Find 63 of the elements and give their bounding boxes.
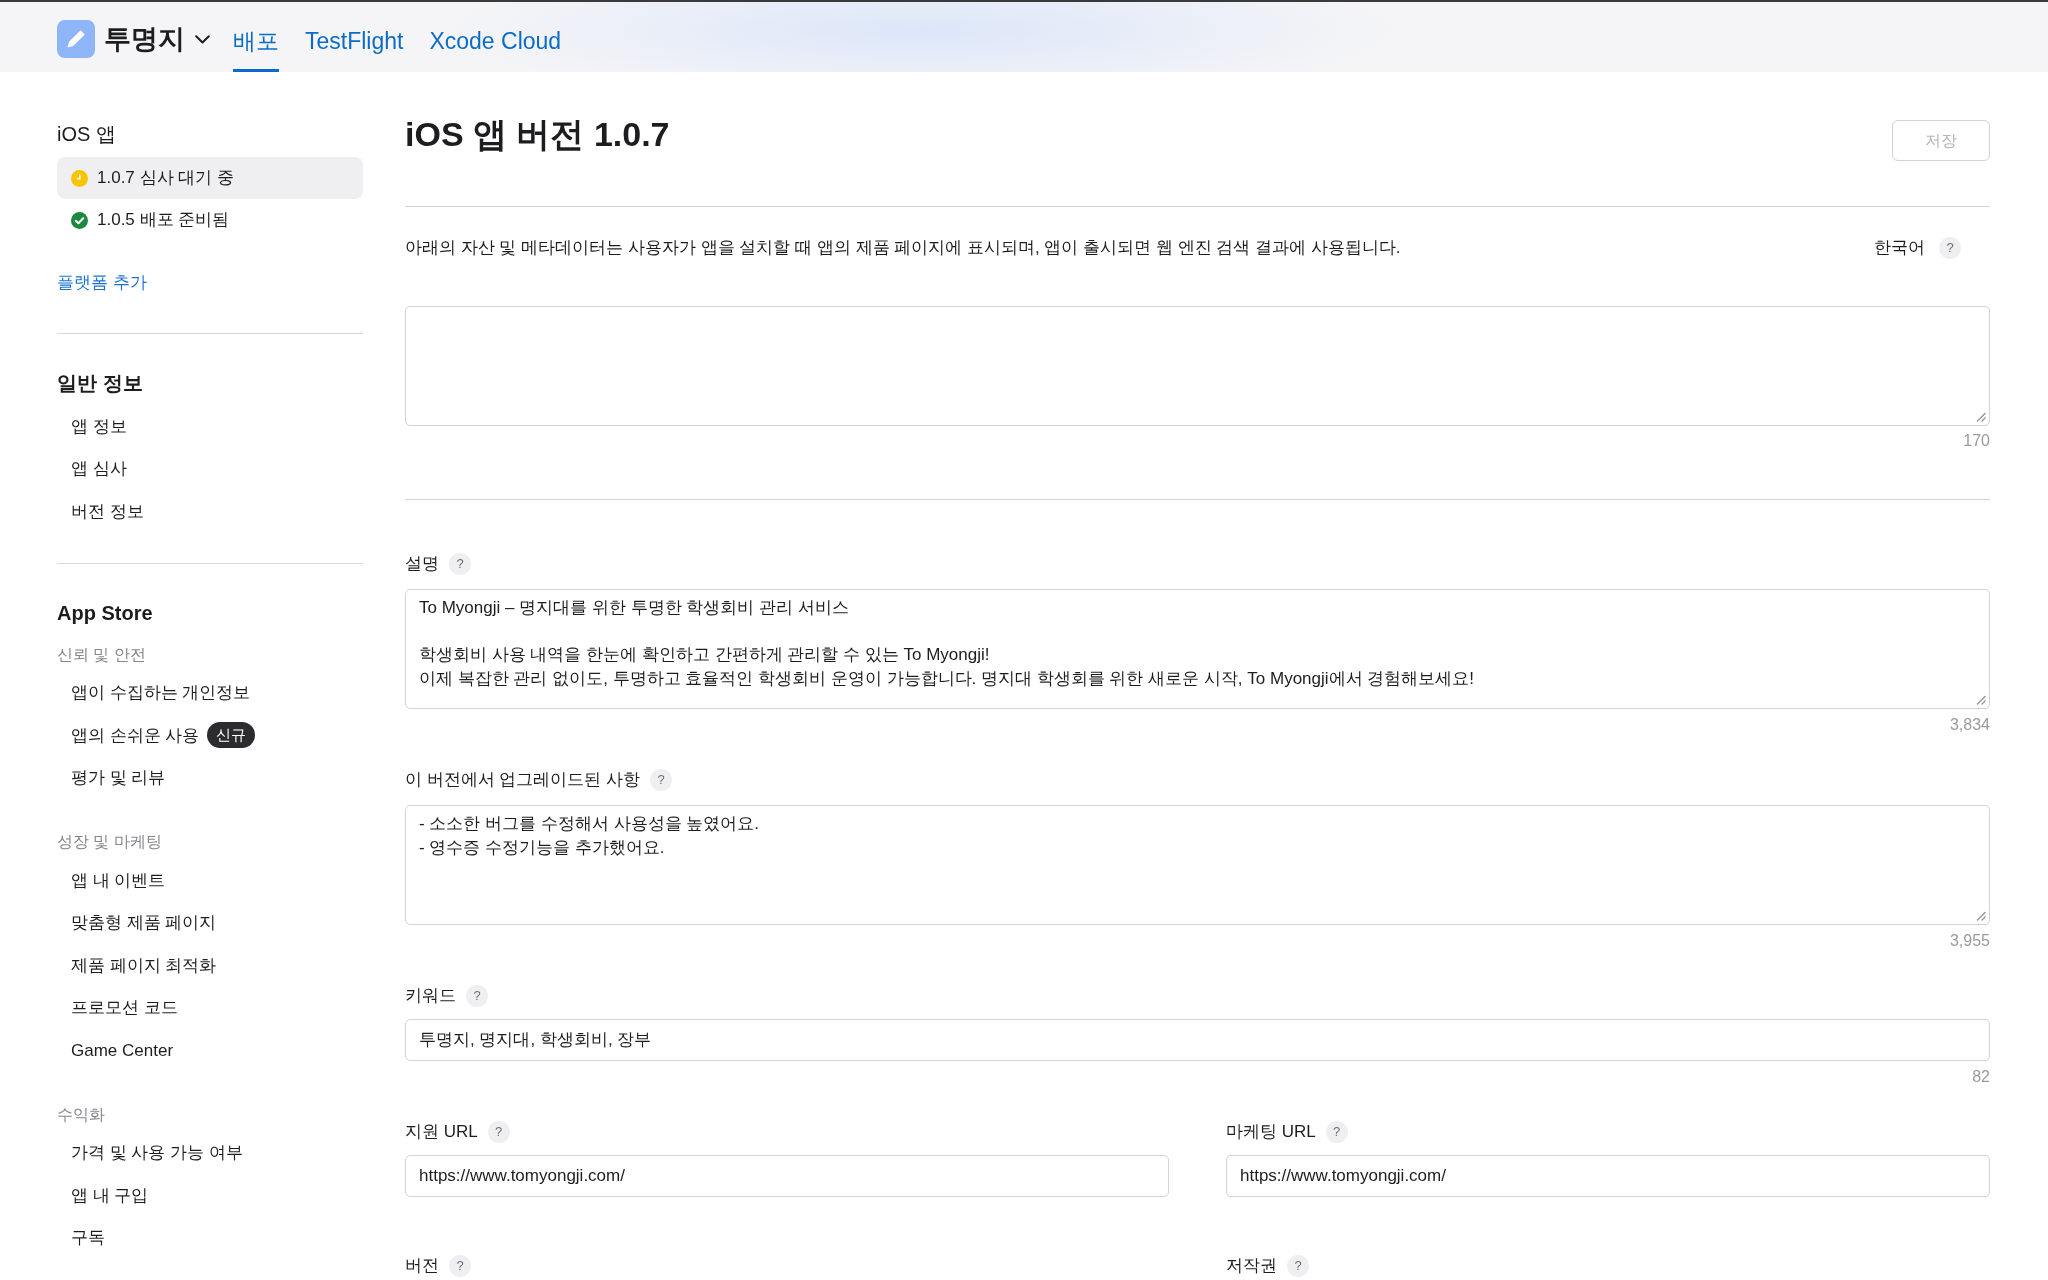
chevron-down-icon xyxy=(195,34,210,44)
sidebar-heading: iOS 앱 xyxy=(57,122,116,147)
text-area-field[interactable]: To Myongji – 명지대를 위한 투명한 학생회비 관리 서비스 학생회비 사용 내역을 한눈에 확인하고 간편하게 관리할 수 있는 To Myongji! 이제 복잡한 관리 없이도, 투명하고 효율적인 학생회비 운영이 가능합니다. 명지대 학생회를 위한 새로운 시작, To Myongji에서 경험해보세요! xyxy=(405,589,1990,709)
sidebar-link[interactable]: 앱 심사 xyxy=(71,456,127,482)
field-label: 설명 xyxy=(405,553,439,576)
text-area-field[interactable] xyxy=(405,306,1990,426)
version-item[interactable]: 1.0.5 배포 준비됨 xyxy=(57,199,363,241)
version-item[interactable]: 1.0.7 심사 대기 중 xyxy=(57,157,363,199)
sidebar-group-heading: 신뢰 및 안전 xyxy=(57,644,146,665)
character-count: 170 xyxy=(1963,431,1990,451)
sidebar-link[interactable]: 제품 페이지 최적화 xyxy=(71,952,217,978)
help-button[interactable]: ? xyxy=(650,769,673,791)
sidebar-link[interactable]: 맞춤형 제품 페이지 xyxy=(71,910,217,936)
nav-tab[interactable]: Xcode Cloud xyxy=(429,2,562,72)
sidebar-link[interactable]: 구독 xyxy=(71,1225,105,1251)
help-button[interactable]: ? xyxy=(466,985,488,1007)
sidebar-link[interactable]: 앱이 수집하는 개인정보 xyxy=(71,680,251,706)
sidebar-section-title: App Store xyxy=(57,600,153,626)
field-label: 버전 xyxy=(405,1255,439,1278)
text-input-field[interactable]: https://www.tomyongji.com/ xyxy=(405,1155,1169,1197)
page-title: iOS 앱 버전 1.0.7 xyxy=(405,114,670,154)
help-button[interactable]: ? xyxy=(449,1255,471,1277)
character-count: 82 xyxy=(1972,1067,1990,1087)
help-button[interactable]: ? xyxy=(1287,1255,1309,1277)
language-label: 한국어 xyxy=(1874,237,1925,260)
sidebar-link[interactable]: 앱 내 이벤트 xyxy=(71,867,166,893)
field-label: 지원 URL xyxy=(405,1121,478,1144)
sidebar-section-title: 일반 정보 xyxy=(57,371,143,396)
app-switcher-button[interactable]: 투명지 xyxy=(104,18,210,60)
nav-tab[interactable]: TestFlight xyxy=(305,2,404,72)
field-label: 마케팅 URL xyxy=(1226,1121,1316,1144)
resize-handle-icon xyxy=(1976,911,1986,921)
sidebar-link[interactable]: 앱 정보 xyxy=(71,413,127,439)
text-input-field[interactable]: https://www.tomyongji.com/ xyxy=(1226,1155,1990,1197)
sidebar-link[interactable]: 버전 정보 xyxy=(71,498,144,524)
sidebar-link[interactable]: Game Center xyxy=(71,1037,174,1063)
sidebar-link[interactable]: 가격 및 사용 가능 여부 xyxy=(71,1140,243,1166)
text-input-field[interactable]: 투명지, 명지대, 학생회비, 장부 xyxy=(405,1019,1990,1061)
sidebar-link[interactable]: 앱 내 구입 xyxy=(71,1182,149,1208)
clock-status-icon xyxy=(71,169,88,187)
help-button[interactable]: ? xyxy=(449,553,471,575)
app-logo-icon xyxy=(57,20,95,58)
check-circle-icon xyxy=(71,211,88,229)
sidebar-group-heading: 성장 및 마케팅 xyxy=(57,832,162,852)
field-label: 저작권 xyxy=(1226,1255,1277,1278)
nav-tab[interactable]: 배포 xyxy=(233,2,279,72)
field-label: 키워드 xyxy=(405,985,456,1008)
character-count: 3,955 xyxy=(1949,931,1990,951)
help-button[interactable]: ? xyxy=(1939,237,1961,259)
resize-handle-icon xyxy=(1976,412,1986,422)
help-button[interactable]: ? xyxy=(1325,1121,1348,1143)
character-count: 3,834 xyxy=(1949,715,1990,735)
resize-handle-icon xyxy=(1976,695,1986,705)
sidebar-group-heading: 수익화 xyxy=(57,1104,105,1125)
text-area-field[interactable]: - 소소한 버그를 수정해서 사용성을 높였어요. - 영수증 수정기능을 추가했어요. xyxy=(405,805,1990,925)
sidebar-link[interactable]: 앱의 손쉬운 사용 xyxy=(71,722,200,748)
intro-text: 아래의 자산 및 메타데이터는 사용자가 앱을 설치할 때 앱의 제품 페이지에 표시되며, 앱이 출시되면 웹 엔진 검색 결과에 사용됩니다. xyxy=(405,237,1401,260)
field-label: 이 버전에서 업그레이드된 사항 xyxy=(405,769,641,792)
sidebar-link[interactable]: 프로모션 코드 xyxy=(71,995,178,1021)
help-button[interactable]: ? xyxy=(487,1121,510,1143)
new-feature-label: 신규 xyxy=(207,722,256,749)
sidebar-link[interactable]: 평가 및 리뷰 xyxy=(71,765,166,791)
add-platform-link[interactable]: 플랫폼 추가 xyxy=(57,270,147,296)
